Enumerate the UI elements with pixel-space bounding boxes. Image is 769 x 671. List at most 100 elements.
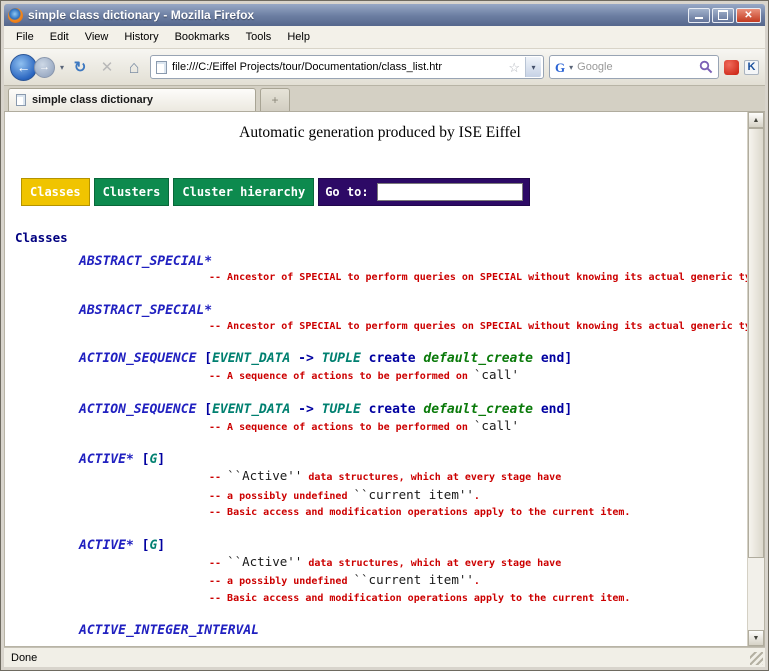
title-bar[interactable]: simple class dictionary - Mozilla Firefo… [4, 4, 765, 26]
menu-bar: FileEditViewHistoryBookmarksToolsHelp [4, 26, 765, 49]
url-input[interactable]: file:///C:/Eiffel Projects/tour/Document… [172, 61, 503, 73]
page-button-clusters[interactable]: Clusters [94, 178, 170, 206]
scroll-down-icon[interactable]: ▼ [748, 630, 764, 646]
comment-part: . [474, 491, 480, 502]
site-favicon [156, 61, 167, 74]
class-entry: ABSTRACT_SPECIAL* -- Ancestor of SPECIAL … [13, 302, 747, 336]
signature-part: [ [196, 351, 212, 366]
class-comment: -- Basic access and modification operati… [209, 591, 747, 608]
class-comment: -- A sequence of actions to be performed… [209, 367, 747, 386]
comment-part: . [474, 576, 480, 587]
back-button[interactable] [10, 54, 37, 81]
url-dropdown-icon[interactable] [525, 57, 541, 77]
signature-part: ] [564, 351, 572, 366]
search-bar[interactable]: Google [549, 55, 719, 79]
window-controls [688, 8, 761, 23]
class-signature-link[interactable]: ACTIVE* [G] [79, 451, 747, 468]
page-button-cluster-hierarchy[interactable]: Cluster hierarchy [173, 178, 314, 206]
comment-part: -- [209, 472, 227, 483]
search-engine-dropdown-icon[interactable] [569, 63, 573, 72]
maximize-button[interactable] [712, 8, 734, 23]
comment-part: data structures, which at every stage ha… [302, 472, 561, 483]
signature-part: default_create [423, 351, 533, 366]
addon-red-icon[interactable] [724, 60, 739, 75]
navigation-toolbar: file:///C:/Eiffel Projects/tour/Document… [4, 49, 765, 86]
signature-part: end [541, 402, 564, 417]
scrollbar-thumb[interactable] [748, 128, 764, 558]
comment-part: -- Ancestor of SPECIAL to perform querie… [209, 272, 747, 283]
class-comment: -- A sequence of actions to be performed… [209, 418, 747, 437]
comment-part: -- Ancestor of SPECIAL to perform querie… [209, 321, 747, 332]
close-button[interactable] [736, 8, 761, 23]
addon-k-icon[interactable] [744, 60, 759, 75]
menu-help[interactable]: Help [279, 28, 318, 46]
class-comment: -- Ancestor of SPECIAL to perform querie… [209, 270, 747, 287]
menu-tools[interactable]: Tools [238, 28, 280, 46]
comment-part: -- A sequence of actions to be performed… [209, 422, 474, 433]
window-title: simple class dictionary - Mozilla Firefo… [28, 8, 683, 22]
goto-input[interactable] [377, 183, 523, 201]
menu-edit[interactable]: Edit [42, 28, 77, 46]
class-entry: ACTIVE* [G]-- ``Active'' data structures… [13, 537, 747, 608]
firefox-icon [8, 8, 23, 23]
signature-part: ACTIVE_INTEGER_INTERVAL [79, 623, 259, 638]
tab-page-icon [16, 94, 26, 106]
tab-simple-class-dictionary[interactable]: simple class dictionary [8, 88, 256, 111]
class-signature-link[interactable]: ACTIVE_INTEGER_INTERVAL [79, 622, 747, 639]
viewport: Automatic generation produced by ISE Eif… [4, 112, 765, 647]
menu-file[interactable]: File [8, 28, 42, 46]
magnifier-icon[interactable] [699, 60, 713, 74]
class-entry: ACTIVE* [G]-- ``Active'' data structures… [13, 451, 747, 522]
menu-bookmarks[interactable]: Bookmarks [167, 28, 238, 46]
resize-grip[interactable] [750, 652, 763, 665]
class-signature-link[interactable]: ACTION_SEQUENCE [EVENT_DATA -> TUPLE cre… [79, 350, 747, 367]
signature-part: end [541, 351, 564, 366]
history-dropdown-icon[interactable] [60, 63, 64, 72]
button-label: Cluster hierarchy [182, 185, 305, 199]
scroll-up-icon[interactable]: ▲ [748, 112, 764, 128]
signature-part: ACTION_SEQUENCE [79, 351, 196, 366]
class-signature-link[interactable]: ACTIVE* [G] [79, 537, 747, 554]
browser-window: simple class dictionary - Mozilla Firefo… [0, 0, 769, 671]
comment-part: -- A sequence of actions to be performed… [209, 371, 474, 382]
url-bar[interactable]: file:///C:/Eiffel Projects/tour/Document… [150, 55, 544, 79]
new-tab-button[interactable] [260, 88, 290, 111]
minimize-button[interactable] [688, 8, 710, 23]
signature-part: TUPLE [322, 402, 361, 417]
signature-part: [ [196, 402, 212, 417]
comment-part: -- a possibly undefined [209, 576, 354, 587]
google-g-icon[interactable] [555, 61, 565, 74]
page-content: Automatic generation produced by ISE Eif… [5, 112, 747, 646]
page-button-go-to[interactable]: Go to: [318, 178, 529, 206]
button-label: Clusters [103, 185, 161, 199]
comment-part: ``current item'' [354, 487, 474, 502]
comment-part: -- Basic access and modification operati… [209, 593, 630, 604]
vertical-scrollbar[interactable]: ▲ ▼ [747, 112, 764, 646]
class-comment: -- Basic access and modification operati… [209, 505, 747, 522]
signature-part [361, 351, 369, 366]
comment-part: `call' [474, 367, 519, 382]
class-signature-link[interactable]: ABSTRACT_SPECIAL* [79, 302, 747, 319]
signature-part [533, 351, 541, 366]
class-signature-link[interactable]: ABSTRACT_SPECIAL* [79, 253, 747, 270]
bookmark-star-icon[interactable] [508, 61, 520, 74]
scrollbar-track[interactable] [748, 558, 764, 630]
signature-part: [ [134, 538, 150, 553]
signature-part: ] [157, 538, 165, 553]
comment-part: ``Active'' [227, 554, 302, 569]
signature-part: ACTION_SEQUENCE [79, 402, 196, 417]
comment-part: -- [209, 558, 227, 569]
reload-button[interactable] [69, 56, 91, 78]
forward-button[interactable] [34, 57, 55, 78]
class-signature-link[interactable]: ACTION_SEQUENCE [EVENT_DATA -> TUPLE cre… [79, 401, 747, 418]
signature-part: ] [157, 452, 165, 467]
stop-button[interactable] [96, 56, 118, 78]
search-input[interactable]: Google [577, 61, 695, 73]
menu-history[interactable]: History [116, 28, 166, 46]
home-button[interactable] [123, 56, 145, 78]
class-entry: ABSTRACT_SPECIAL* -- Ancestor of SPECIAL … [13, 253, 747, 287]
signature-part: ] [564, 402, 572, 417]
button-label: Go to: [325, 185, 368, 199]
menu-view[interactable]: View [77, 28, 117, 46]
page-button-classes[interactable]: Classes [21, 178, 90, 206]
